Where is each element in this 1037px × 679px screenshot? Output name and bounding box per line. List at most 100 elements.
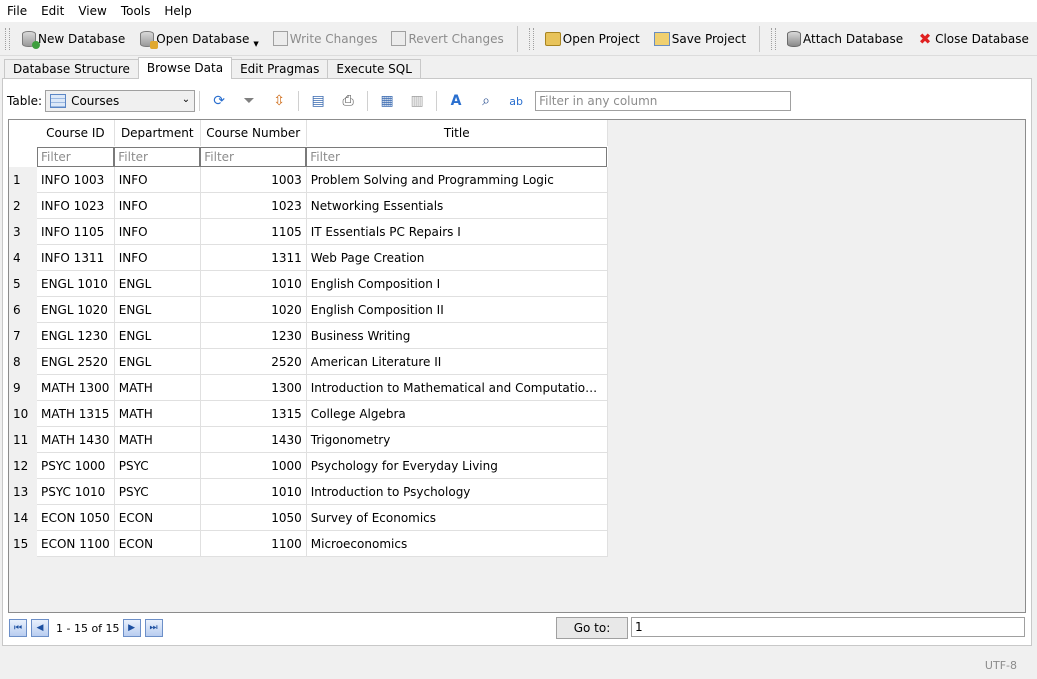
cell-title[interactable]: IT Essentials PC Repairs I (306, 218, 608, 245)
clear-sorting-icon[interactable]: ⇳ (269, 91, 289, 111)
delete-record-icon[interactable]: ▥ (407, 91, 427, 111)
cell-title[interactable]: English Composition II (306, 296, 608, 323)
find-text-icon[interactable]: A (446, 91, 466, 111)
column-header-department[interactable]: Department (114, 120, 201, 146)
cell-title[interactable]: Psychology for Everyday Living (306, 452, 608, 479)
cell-title[interactable]: Introduction to Mathematical and Computa… (306, 374, 608, 401)
row-number[interactable]: 11 (9, 426, 37, 453)
row-number[interactable]: 7 (9, 322, 37, 349)
cell-title[interactable]: Problem Solving and Programming Logic (306, 167, 608, 193)
row-number[interactable]: 13 (9, 478, 37, 505)
first-page-button[interactable]: ⏮ (9, 619, 27, 637)
table-row[interactable]: 7 ENGL 1230 ENGL 1230 Business Writing (9, 322, 608, 349)
save-table-icon[interactable]: ▤ (308, 91, 328, 111)
cell-course-number[interactable]: 1010 (200, 478, 307, 505)
menu-edit[interactable]: Edit (34, 0, 71, 22)
cell-course-number[interactable]: 2520 (200, 348, 307, 375)
cell-title[interactable]: Survey of Economics (306, 504, 608, 531)
table-row[interactable]: 1 INFO 1003 INFO 1003 Problem Solving and Pr… (9, 167, 608, 193)
cell-department[interactable]: MATH (114, 426, 201, 453)
cell-department[interactable]: ECON (114, 504, 201, 531)
filter-any-column-input[interactable] (535, 91, 792, 111)
close-database-button[interactable]: ✖ Close Database (910, 26, 1036, 52)
cell-title[interactable]: Introduction to Psychology (306, 478, 608, 505)
cell-course-id[interactable]: ENGL 2520 (37, 348, 115, 375)
table-row[interactable]: 9 MATH 1300 MATH 1300 Introduction to Mathem… (9, 374, 608, 401)
cell-course-id[interactable]: INFO 1023 (37, 192, 115, 219)
cell-title[interactable]: Networking Essentials (306, 192, 608, 219)
cell-department[interactable]: ENGL (114, 296, 201, 323)
cell-course-number[interactable]: 1010 (200, 270, 307, 297)
table-row[interactable]: 4 INFO 1311 INFO 1311 Web Page Creation (9, 244, 608, 271)
menu-file[interactable]: File (0, 0, 34, 22)
table-row[interactable]: 13 PSYC 1010 PSYC 1010 Introduction to Psych… (9, 478, 608, 505)
write-changes-button[interactable]: Write Changes (266, 26, 385, 52)
column-header-title[interactable]: Title (306, 120, 608, 146)
cell-course-number[interactable]: 1003 (200, 167, 307, 193)
goto-button[interactable]: Go to: (556, 617, 628, 639)
table-row[interactable]: 2 INFO 1023 INFO 1023 Networking Essentials (9, 192, 608, 219)
print-icon[interactable]: ⎙ (338, 91, 358, 111)
table-row[interactable]: 6 ENGL 1020 ENGL 1020 English Composition II (9, 296, 608, 323)
cell-course-id[interactable]: MATH 1430 (37, 426, 115, 453)
row-number[interactable]: 1 (9, 167, 37, 193)
table-row[interactable]: 10 MATH 1315 MATH 1315 College Algebra (9, 400, 608, 427)
row-number[interactable]: 14 (9, 504, 37, 531)
table-row[interactable]: 3 INFO 1105 INFO 1105 IT Essentials PC Repai… (9, 218, 608, 245)
cell-department[interactable]: PSYC (114, 452, 201, 479)
tab-database-structure[interactable]: Database Structure (4, 59, 139, 79)
filter-course-number[interactable] (200, 146, 307, 167)
row-number[interactable]: 8 (9, 348, 37, 375)
clear-filters-icon[interactable]: ⏷ (239, 91, 259, 111)
cell-course-id[interactable]: PSYC 1010 (37, 478, 115, 505)
revert-changes-button[interactable]: Revert Changes (384, 26, 510, 52)
table-row[interactable]: 8 ENGL 2520 ENGL 2520 American Literature II (9, 348, 608, 375)
cell-course-id[interactable]: INFO 1311 (37, 244, 115, 271)
filter-title[interactable] (306, 146, 608, 167)
chevron-down-icon[interactable]: ▼ (253, 40, 258, 48)
cell-title[interactable]: American Literature II (306, 348, 608, 375)
cell-department[interactable]: ENGL (114, 270, 201, 297)
filter-course-id[interactable] (37, 146, 115, 167)
cell-course-id[interactable]: INFO 1105 (37, 218, 115, 245)
toolbar-grip[interactable] (771, 27, 777, 50)
cell-department[interactable]: ENGL (114, 322, 201, 349)
previous-page-button[interactable]: ◀ (31, 619, 49, 637)
cell-title[interactable]: English Composition I (306, 270, 608, 297)
cell-title[interactable]: Trigonometry (306, 426, 608, 453)
cell-course-id[interactable]: ECON 1100 (37, 530, 115, 557)
cell-department[interactable]: MATH (114, 374, 201, 401)
tab-execute-sql[interactable]: Execute SQL (327, 59, 421, 79)
cell-department[interactable]: INFO (114, 218, 201, 245)
cell-title[interactable]: Business Writing (306, 322, 608, 349)
cell-course-number[interactable]: 1050 (200, 504, 307, 531)
cell-title[interactable]: College Algebra (306, 400, 608, 427)
row-number[interactable]: 2 (9, 192, 37, 219)
cell-course-number[interactable]: 1300 (200, 374, 307, 401)
replace-icon[interactable]: ab (506, 91, 526, 111)
cell-course-id[interactable]: ENGL 1010 (37, 270, 115, 297)
goto-input[interactable] (631, 617, 1025, 637)
row-number[interactable]: 3 (9, 218, 37, 245)
open-database-button[interactable]: Open Database ▼ (132, 26, 266, 52)
cell-course-number[interactable]: 1100 (200, 530, 307, 557)
toolbar-grip[interactable] (528, 27, 534, 50)
cell-department[interactable]: MATH (114, 400, 201, 427)
cell-course-number[interactable]: 1020 (200, 296, 307, 323)
tab-edit-pragmas[interactable]: Edit Pragmas (231, 59, 329, 79)
table-row[interactable]: 14 ECON 1050 ECON 1050 Survey of Economics (9, 504, 608, 531)
cell-department[interactable]: INFO (114, 167, 201, 193)
cell-course-id[interactable]: ECON 1050 (37, 504, 115, 531)
cell-department[interactable]: ENGL (114, 348, 201, 375)
insert-record-icon[interactable]: ▦ (377, 91, 397, 111)
cell-department[interactable]: ECON (114, 530, 201, 557)
refresh-icon[interactable]: ⟳ (209, 91, 229, 111)
cell-department[interactable]: PSYC (114, 478, 201, 505)
table-corner[interactable] (9, 120, 37, 146)
last-page-button[interactable]: ⏭ (144, 619, 163, 637)
row-number[interactable]: 6 (9, 296, 37, 323)
table-row[interactable]: 5 ENGL 1010 ENGL 1010 English Composition I (9, 270, 608, 297)
table-row[interactable]: 11 MATH 1430 MATH 1430 Trigonometry (9, 426, 608, 453)
table-row[interactable]: 12 PSYC 1000 PSYC 1000 Psychology for Everyd… (9, 452, 608, 479)
cell-title[interactable]: Web Page Creation (306, 244, 608, 271)
